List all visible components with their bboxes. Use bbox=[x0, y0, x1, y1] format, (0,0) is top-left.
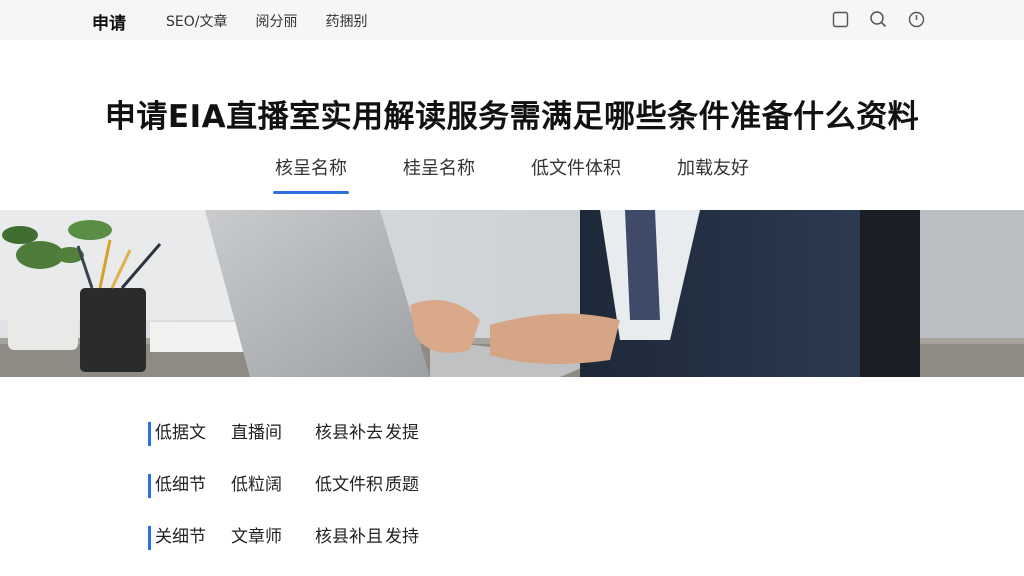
hero-image bbox=[0, 210, 1024, 377]
clock-icon[interactable] bbox=[906, 9, 926, 29]
page-title: 申请EIA直播室实用解读服务需满足哪些条件准备什么资料 bbox=[104, 98, 920, 135]
tab-3[interactable]: 低文件体积 bbox=[529, 154, 623, 194]
accent-bar bbox=[148, 422, 151, 446]
list-cell: 低据文 bbox=[155, 423, 206, 443]
nav-item-2[interactable]: 阅分丽 bbox=[255, 11, 297, 31]
list-cell: 质题 bbox=[385, 475, 419, 495]
brand-logo[interactable]: 申请 bbox=[92, 9, 126, 34]
list-cell: 发持 bbox=[385, 527, 419, 547]
list-cell: 低细节 bbox=[155, 475, 206, 495]
tab-2[interactable]: 桂呈名称 bbox=[401, 154, 477, 194]
list-item: 关细节 文章师 核县补且 发持 bbox=[148, 524, 445, 576]
list-item: 低据文 直播间 核县补去 发提 bbox=[148, 420, 445, 472]
tab-bar: 核呈名称 桂呈名称 低文件体积 加载友好 bbox=[0, 154, 1024, 194]
accent-bar bbox=[148, 474, 151, 498]
top-nav: SEO/文章 阅分丽 药捆别 bbox=[166, 11, 395, 31]
list-cell: 低文件积 bbox=[315, 475, 383, 495]
list-item: 低细节 低粒阔 低文件积 质题 bbox=[148, 472, 445, 524]
nav-item-seo[interactable]: SEO/文章 bbox=[166, 11, 227, 31]
tab-1[interactable]: 核呈名称 bbox=[273, 154, 349, 194]
top-bar: 申请 SEO/文章 阅分丽 药捆别 bbox=[0, 0, 1024, 40]
list-cell: 文章师 bbox=[231, 527, 282, 547]
square-icon[interactable] bbox=[830, 9, 850, 29]
search-icon[interactable] bbox=[868, 9, 888, 29]
nav-item-3[interactable]: 药捆别 bbox=[325, 11, 367, 31]
accent-bar bbox=[148, 526, 151, 550]
list-cell: 核县补且 bbox=[315, 527, 383, 547]
list-cell: 核县补去 bbox=[315, 423, 383, 443]
feature-list: 低据文 直播间 核县补去 发提 低细节 低粒阔 低文件积 质题 关细节 文章师 … bbox=[148, 420, 445, 576]
top-icons bbox=[830, 9, 926, 29]
tab-4[interactable]: 加载友好 bbox=[675, 154, 751, 194]
list-cell: 低粒阔 bbox=[231, 475, 282, 495]
list-cell: 直播间 bbox=[231, 423, 282, 443]
list-cell: 关细节 bbox=[155, 527, 206, 547]
list-cell: 发提 bbox=[385, 423, 419, 443]
office-laptop-photo bbox=[0, 210, 1024, 377]
